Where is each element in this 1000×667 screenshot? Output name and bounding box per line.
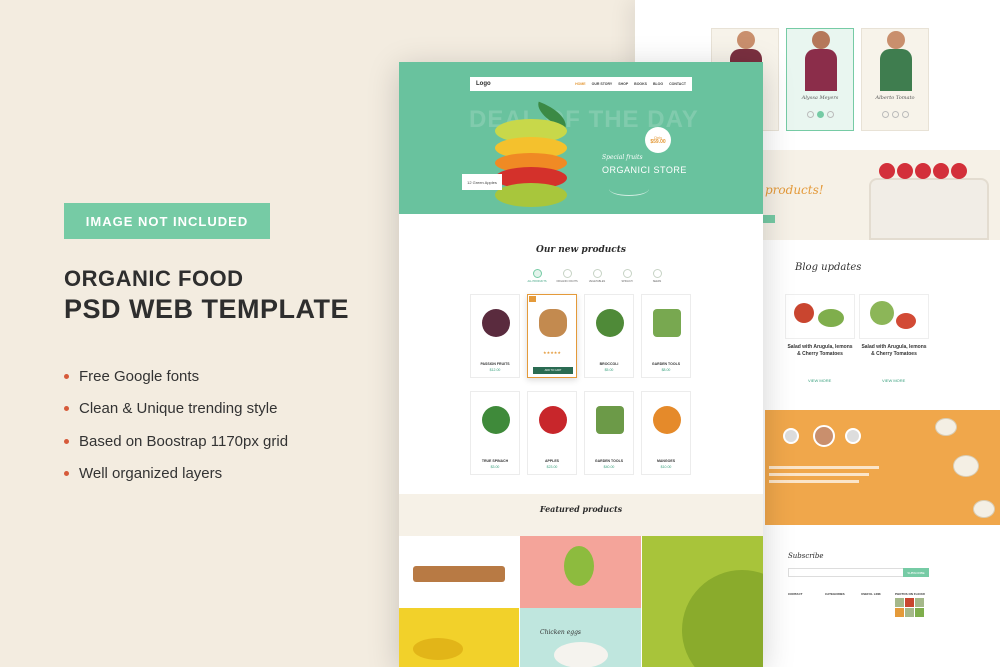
featured-header (399, 494, 763, 536)
carrot-icon (592, 269, 602, 278)
footer-column: USEFUL LINK (861, 592, 881, 596)
social-icons (862, 111, 928, 118)
footer-column: CATEGORIES (825, 592, 845, 596)
top-info-bar (399, 62, 763, 70)
featured-products-title: Featured products (539, 504, 623, 514)
nav-item-books[interactable]: BOOKS (634, 82, 647, 86)
product-card[interactable]: GARDEN TOOLS $40.00 (584, 391, 634, 475)
featured-tile[interactable] (399, 536, 519, 608)
nav-item-home[interactable]: HOME (575, 82, 586, 86)
decorative-swirl (609, 182, 649, 196)
avatar[interactable] (845, 428, 861, 444)
logo[interactable]: Logo (476, 81, 491, 87)
product-card[interactable]: PASSION FRUITS $12.00 (470, 294, 520, 378)
leaf-icon (532, 269, 542, 278)
feature-list: Free Google fonts Clean & Unique trendin… (64, 360, 288, 490)
avatar[interactable] (813, 425, 835, 447)
main-nav: HOME OUR STORY SHOP BOOKS BLOG CONTACT (575, 82, 686, 86)
hero-section: Logo HOME OUR STORY SHOP BOOKS BLOG CONT… (399, 70, 763, 218)
strawberries-image (879, 163, 979, 189)
team-card[interactable]: Alyssa Meyers (786, 28, 854, 131)
apple-icon (562, 269, 572, 278)
new-products-title: Our new products (536, 245, 626, 255)
view-more-link[interactable]: VIEW MORE (882, 378, 905, 383)
category-vegetables[interactable]: VEGETABLES (587, 269, 607, 283)
promo-headline: products! (765, 183, 824, 197)
promo-title-line1: ORGANIC FOOD (64, 266, 244, 291)
garlic-image (973, 500, 995, 518)
blog-section-title: Blog updates (795, 262, 862, 273)
feature-item: Well organized layers (64, 458, 288, 491)
garlic-image (953, 455, 979, 477)
bullet-icon (64, 406, 69, 412)
bullet-icon (64, 438, 69, 444)
spinach-icon (622, 269, 632, 278)
product-tag: 12 Green Apples (462, 174, 502, 190)
hero-tagline: Special fruits (602, 154, 643, 161)
nav-item-shop[interactable]: SHOP (618, 82, 628, 86)
flickr-photos (895, 598, 925, 617)
bullet-icon (64, 373, 69, 379)
team-member-photo (805, 31, 837, 93)
category-all[interactable]: ALL PRODUCTS (527, 269, 547, 283)
product-card[interactable]: GARDEN TOOLS $8.00 (641, 294, 691, 378)
bullet-icon (64, 471, 69, 477)
category-spinach[interactable]: SPINACH (617, 269, 637, 283)
blog-post-image[interactable] (859, 294, 929, 339)
product-card[interactable]: APPLES $23.00 (527, 391, 577, 475)
featured-tile[interactable] (642, 536, 763, 667)
blog-post-title[interactable]: Salad with Arugula, lemons & Cherry Toma… (785, 344, 855, 358)
image-not-included-badge: IMAGE NOT INCLUDED (64, 203, 270, 239)
product-grid: PASSION FRUITS $12.00 ★★★★★ ADD TO CART … (470, 294, 692, 475)
slider-dots[interactable] (574, 215, 589, 218)
view-more-link[interactable]: VIEW MORE (808, 378, 831, 383)
featured-tile[interactable] (520, 608, 641, 667)
product-card-selected[interactable]: ★★★★★ ADD TO CART (527, 294, 577, 378)
subscribe-title: Subscribe (788, 552, 824, 560)
product-card[interactable]: MANGOES $10.00 (641, 391, 691, 475)
featured-tile-caption: Chicken eggs (540, 629, 582, 636)
add-to-cart-button[interactable]: ADD TO CART (533, 367, 573, 374)
team-member-name: Alyssa Meyers (801, 95, 839, 101)
nav-item-blog[interactable]: BLOG (653, 82, 663, 86)
team-member-name: Alberto Tomato (875, 95, 915, 101)
nav-item-our-story[interactable]: OUR STORY (592, 82, 613, 86)
nav-item-contact[interactable]: CONTACT (669, 82, 686, 86)
seeds-icon (652, 269, 662, 278)
category-seeds[interactable]: SEEDS (647, 269, 667, 283)
category-organic-fruits[interactable]: ORGANIC FRUITS (556, 269, 578, 283)
team-card[interactable]: Alberto Tomato (861, 28, 929, 131)
social-icons (787, 111, 853, 118)
avatar[interactable] (783, 428, 799, 444)
category-filter: ALL PRODUCTS ORGANIC FRUITS VEGETABLES S… (527, 269, 667, 283)
product-card[interactable]: TRUE SPINACH $3.00 (470, 391, 520, 475)
feature-item: Based on Boostrap 1170px grid (64, 425, 288, 458)
feature-item: Free Google fonts (64, 360, 288, 393)
template-preview-main-page: Logo HOME OUR STORY SHOP BOOKS BLOG CONT… (399, 62, 763, 667)
rating-stars: ★★★★★ (543, 350, 561, 355)
subscribe-button[interactable]: SUBSCRIBE (903, 568, 929, 577)
price-badge: Only $59.00 (645, 127, 671, 153)
hero-store-name: ORGANICI STORE (602, 165, 687, 175)
featured-tile[interactable] (520, 536, 641, 608)
featured-tile[interactable] (399, 608, 519, 667)
blog-post-image[interactable] (785, 294, 855, 339)
product-card[interactable]: BROCCOLI $5.00 (584, 294, 634, 378)
navbar: Logo HOME OUR STORY SHOP BOOKS BLOG CONT… (470, 77, 692, 91)
team-member-photo (880, 31, 912, 93)
garlic-image (935, 418, 957, 436)
footer-column: CONTACT (788, 592, 803, 596)
feature-item: Clean & Unique trending style (64, 393, 288, 426)
stacked-fruit-image (487, 101, 573, 209)
new-ribbon (529, 296, 536, 302)
blog-post-title[interactable]: Salad with Arugula, lemons & Cherry Toma… (859, 344, 929, 358)
promo-title-line2: PSD WEB TEMPLATE (64, 294, 350, 324)
